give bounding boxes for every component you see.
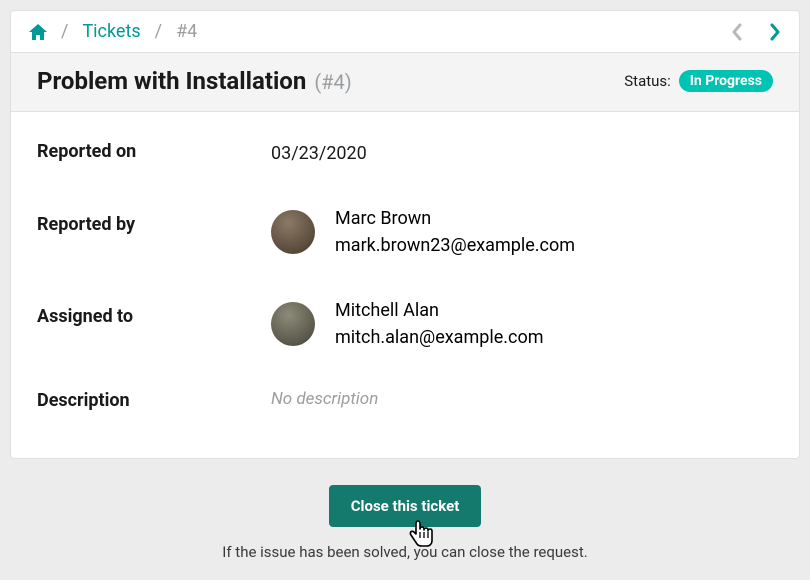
breadcrumb: / Tickets / #4 [29, 21, 197, 42]
label-description: Description [37, 389, 271, 412]
status-badge: In Progress [679, 70, 773, 92]
breadcrumb-sep: / [155, 21, 162, 42]
reported-by-email: mark.brown23@example.com [335, 232, 575, 259]
label-assigned-to: Assigned to [37, 297, 271, 328]
breadcrumb-bar: / Tickets / #4 [11, 11, 799, 53]
reported-by-person: Marc Brown mark.brown23@example.com [271, 205, 575, 259]
person-lines: Mitchell Alan mitch.alan@example.com [335, 297, 544, 351]
breadcrumb-sep: / [61, 21, 68, 42]
reported-by-name: Marc Brown [335, 205, 575, 232]
assigned-to-name: Mitchell Alan [335, 297, 544, 324]
label-reported-by: Reported by [37, 205, 271, 236]
breadcrumb-current: #4 [176, 21, 197, 42]
row-description: Description No description [37, 389, 773, 412]
ticket-card: / Tickets / #4 Problem with Installation… [10, 10, 800, 459]
label-reported-on: Reported on [37, 140, 271, 163]
record-nav [731, 23, 781, 41]
close-hint: If the issue has been solved, you can cl… [10, 543, 800, 561]
page-title-id: (#4) [314, 70, 351, 94]
status-wrap: Status: In Progress [624, 70, 773, 92]
person-lines: Marc Brown mark.brown23@example.com [335, 205, 575, 259]
row-assigned-to: Assigned to Mitchell Alan mitch.alan@exa… [37, 297, 773, 351]
breadcrumb-tickets-link[interactable]: Tickets [82, 21, 140, 42]
title-wrap: Problem with Installation (#4) [37, 67, 352, 95]
page-title: Problem with Installation [37, 67, 306, 95]
footer: Close this ticket If the issue has been … [10, 459, 800, 561]
home-icon[interactable] [29, 24, 47, 40]
row-reported-on: Reported on 03/23/2020 [37, 140, 773, 167]
status-label: Status: [624, 72, 671, 90]
value-description: No description [271, 389, 378, 409]
assigned-to-person: Mitchell Alan mitch.alan@example.com [271, 297, 544, 351]
title-bar: Problem with Installation (#4) Status: I… [11, 53, 799, 112]
avatar [271, 302, 315, 346]
assigned-to-email: mitch.alan@example.com [335, 324, 544, 351]
row-reported-by: Reported by Marc Brown mark.brown23@exam… [37, 205, 773, 259]
next-record-button[interactable] [769, 23, 781, 41]
close-ticket-button[interactable]: Close this ticket [329, 485, 482, 527]
value-reported-on: 03/23/2020 [271, 140, 367, 167]
prev-record-button[interactable] [731, 23, 743, 41]
avatar [271, 210, 315, 254]
ticket-body: Reported on 03/23/2020 Reported by Marc … [11, 112, 799, 458]
